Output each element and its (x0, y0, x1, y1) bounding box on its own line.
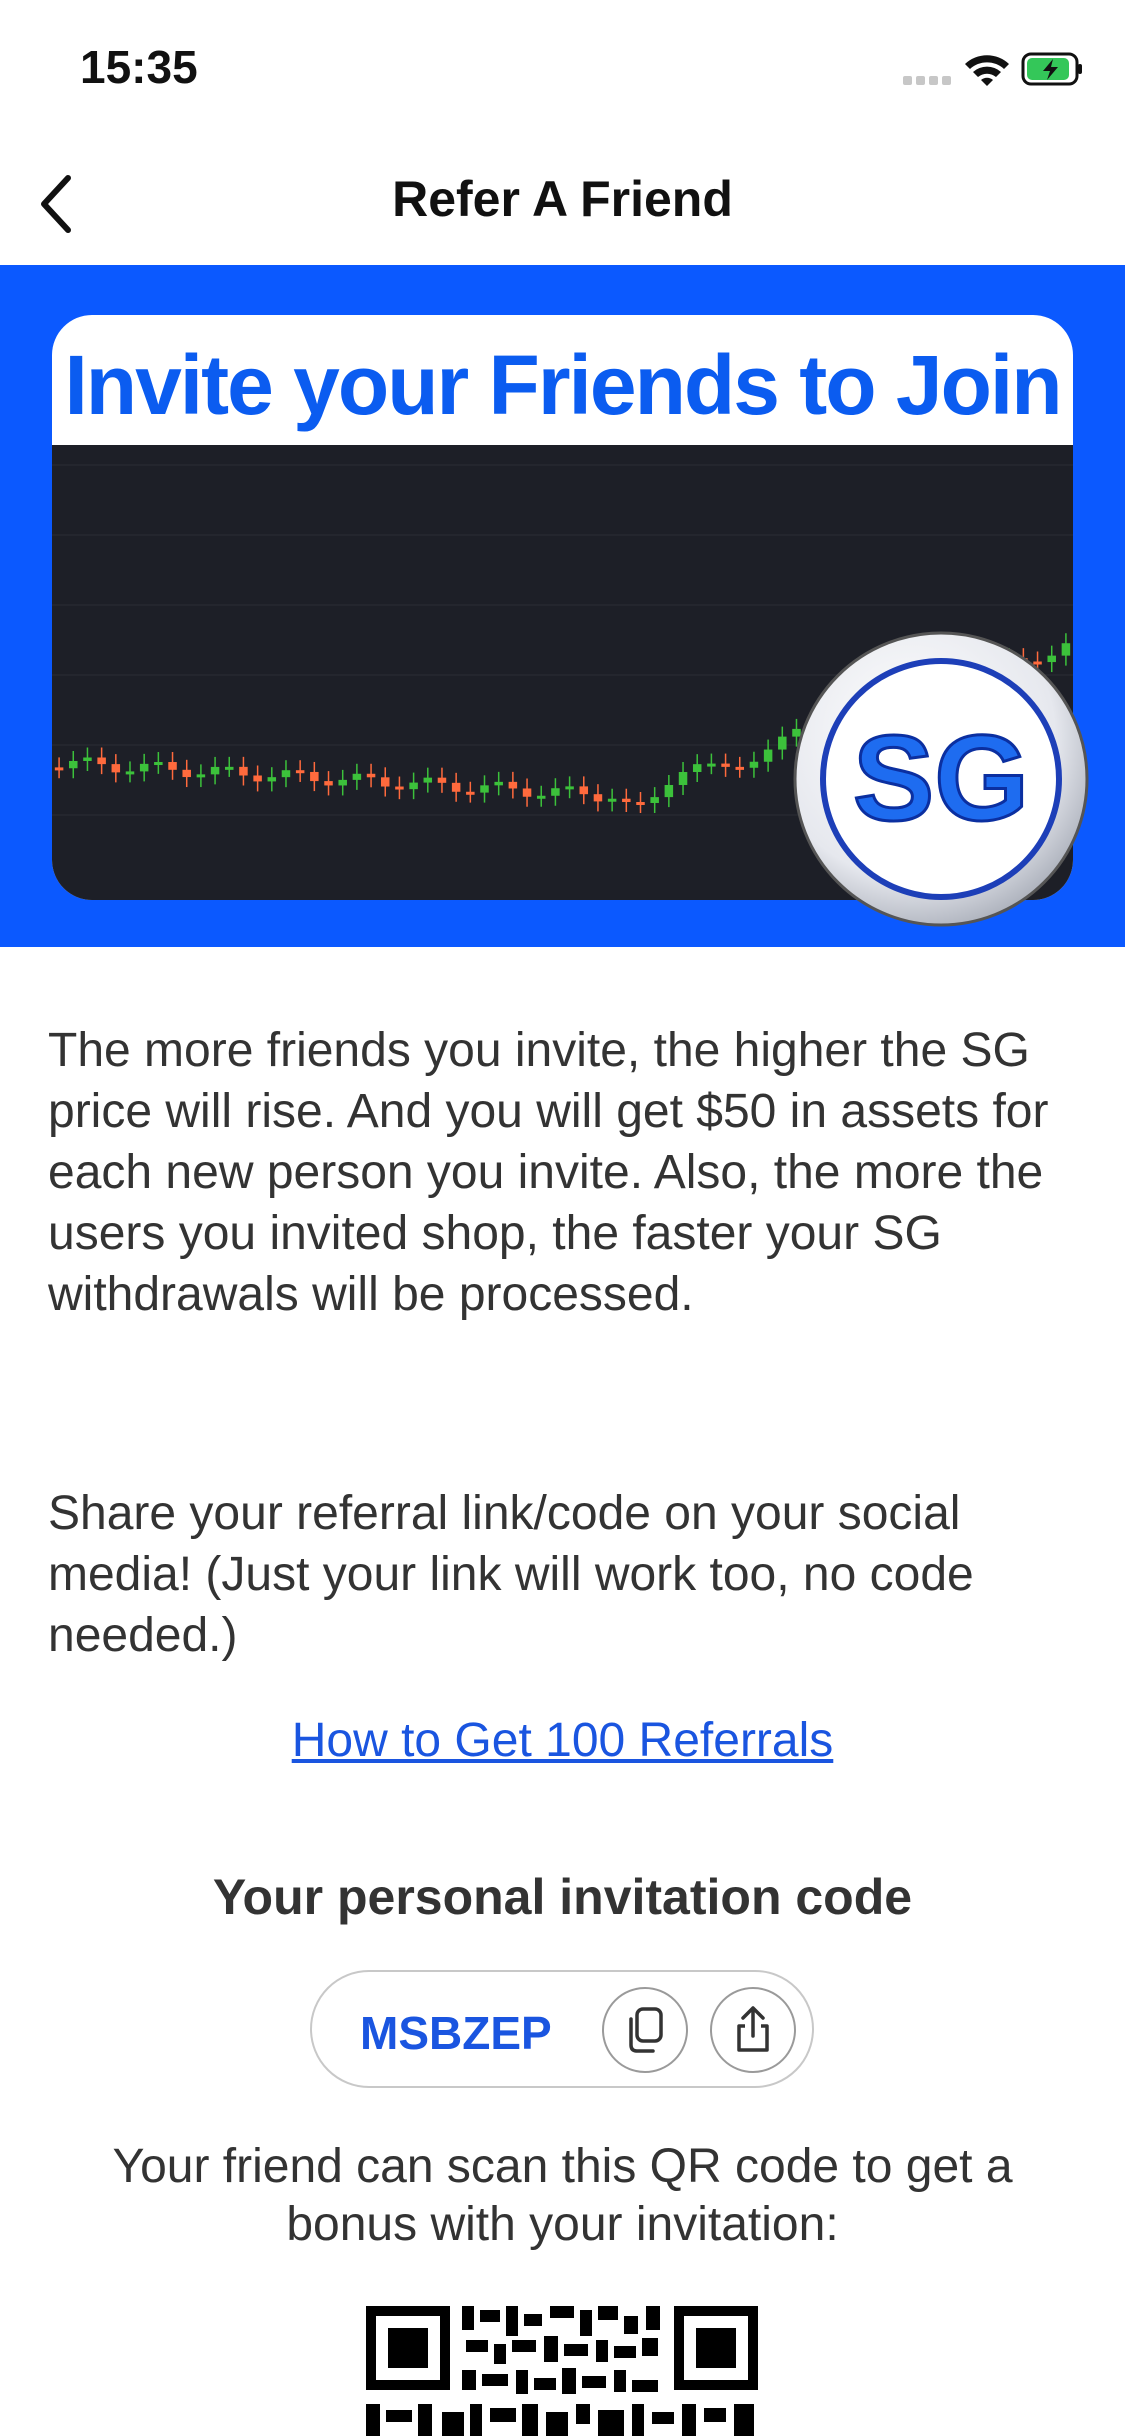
banner-headline: Invite your Friends to Join (64, 338, 1062, 432)
candle (69, 760, 78, 769)
signal-icon (903, 76, 951, 85)
candle (508, 781, 518, 789)
candle (636, 802, 645, 806)
copy-icon (629, 2007, 663, 2053)
candle (551, 788, 560, 796)
wifi-icon (965, 55, 1009, 86)
invitation-code-box: MSBZEP (310, 1970, 814, 2088)
candle (721, 763, 730, 767)
battery-charging-icon (1021, 52, 1082, 86)
candle (111, 764, 121, 773)
candle (125, 771, 135, 775)
share-instructions: Share your referral link/code on your so… (48, 1487, 974, 1662)
page-title: Refer A Friend (392, 171, 733, 227)
candle (536, 795, 546, 799)
referrals-guide-link[interactable]: How to Get 100 Referrals (0, 1713, 1125, 1768)
candle (196, 774, 206, 778)
invite-description: The more friends you invite, the higher … (48, 1024, 1049, 1321)
candle (565, 786, 574, 790)
share-button[interactable] (710, 1987, 796, 2073)
candle (664, 784, 674, 798)
candle (650, 797, 659, 803)
candle (778, 736, 787, 750)
candle (295, 770, 305, 774)
invitation-code-heading: Your personal invitation code (212, 1869, 913, 1925)
candle (480, 785, 489, 793)
sg-logo: SG (792, 630, 1090, 928)
candle (395, 786, 404, 790)
candle (735, 766, 745, 770)
candle (239, 766, 248, 776)
candle (352, 773, 362, 780)
candle (139, 763, 149, 772)
candle (707, 763, 716, 767)
candle (622, 798, 631, 803)
candle (310, 771, 319, 782)
qr-description: Your friend can scan this QR code to get… (112, 2140, 1013, 2251)
candle (182, 769, 191, 778)
candle (763, 749, 773, 762)
candle (579, 786, 589, 795)
candle (423, 777, 433, 783)
candle (154, 762, 163, 766)
candle (338, 779, 347, 786)
candle (522, 788, 532, 797)
status-time: 15:35 (80, 41, 198, 93)
candle (593, 794, 603, 802)
candle (692, 764, 702, 773)
candle (267, 777, 277, 782)
candle (366, 773, 376, 778)
candle (607, 798, 617, 802)
candle (253, 775, 262, 782)
candle (97, 757, 106, 765)
copy-button[interactable] (602, 1987, 688, 2073)
sg-logo-text: SG (853, 710, 1029, 846)
candle (54, 767, 64, 771)
status-icons (863, 48, 1083, 90)
candle (678, 772, 688, 785)
candle (466, 791, 475, 795)
candle (281, 770, 291, 778)
candle (210, 766, 220, 775)
candle (380, 777, 390, 787)
candle (494, 781, 503, 786)
candle (749, 761, 759, 768)
candle (83, 757, 92, 761)
candle (409, 782, 418, 790)
share-icon (737, 2006, 769, 2052)
invitation-qr-code (362, 2300, 762, 2436)
candle (324, 781, 333, 786)
candle (168, 762, 177, 770)
candle (451, 782, 461, 792)
invitation-code: MSBZEP (360, 2007, 552, 2059)
candle (225, 766, 234, 770)
navigation-bar: Refer A Friend (0, 140, 1125, 265)
status-bar: 15:35 (0, 0, 1125, 140)
candle (437, 777, 447, 783)
